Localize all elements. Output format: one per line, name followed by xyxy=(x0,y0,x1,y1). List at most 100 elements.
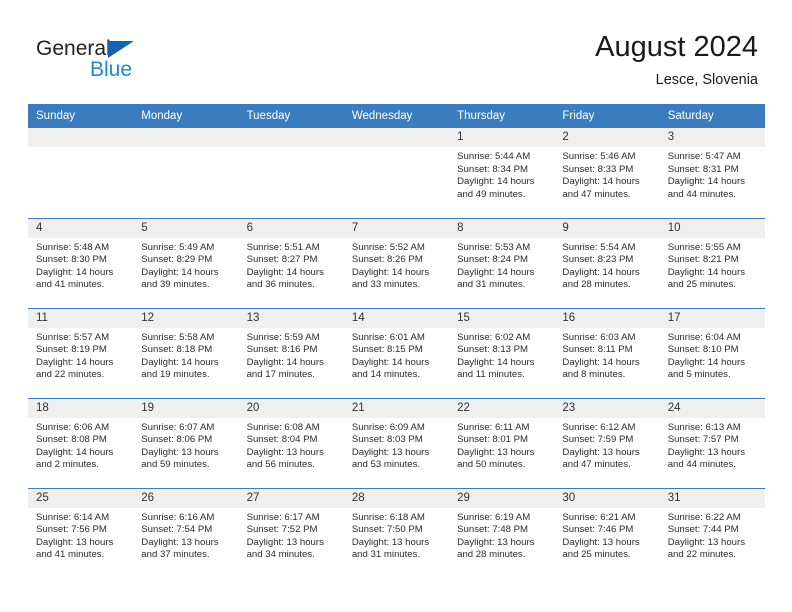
calendar-day-cell[interactable]: 9 Sunrise: 5:54 AM Sunset: 8:23 PM Daylight… xyxy=(554,217,660,308)
daylight-text-line1: Daylight: 13 hours xyxy=(457,446,535,458)
sunset-text: Sunset: 8:26 PM xyxy=(351,254,423,266)
sunset-text: Sunset: 8:24 PM xyxy=(457,254,529,266)
day-details: Sunrise: 6:12 AM Sunset: 7:59 PM Daylight:… xyxy=(554,418,659,472)
calendar-day-cell[interactable]: 8 Sunrise: 5:53 AM Sunset: 8:24 PM Daylight… xyxy=(449,217,555,308)
day-number: 9 xyxy=(554,218,660,238)
sunset-text: Sunset: 8:31 PM xyxy=(667,163,739,175)
calendar-day-cell[interactable]: 7 Sunrise: 5:52 AM Sunset: 8:26 PM Daylight… xyxy=(343,217,450,308)
sunrise-text: Sunrise: 5:57 AM xyxy=(36,331,110,343)
calendar-day-cell[interactable]: 11 Sunrise: 5:57 AM Sunset: 8:19 PM Dayligh… xyxy=(28,307,134,398)
daylight-text-line2: and 14 minutes. xyxy=(351,369,421,381)
sunset-text: Sunset: 8:16 PM xyxy=(246,344,318,356)
calendar-day-cell[interactable]: 18 Sunrise: 6:06 AM Sunset: 8:08 PM Dayligh… xyxy=(28,397,134,488)
daylight-text-line2: and 41 minutes. xyxy=(36,549,105,561)
sunset-text: Sunset: 7:59 PM xyxy=(562,434,634,446)
day-number: 7 xyxy=(343,218,450,238)
day-number xyxy=(238,128,344,147)
day-details: Sunrise: 6:22 AM Sunset: 7:44 PM Daylight:… xyxy=(660,508,765,562)
sunset-text: Sunset: 8:30 PM xyxy=(36,254,107,266)
calendar-day-cell[interactable]: 31 Sunrise: 6:22 AM Sunset: 7:44 PM Dayligh… xyxy=(659,487,765,578)
daylight-text-line1: Daylight: 14 hours xyxy=(562,176,640,188)
daylight-text-line1: Daylight: 14 hours xyxy=(141,356,219,368)
sunset-text: Sunset: 7:56 PM xyxy=(36,524,107,536)
sunset-text: Sunset: 8:15 PM xyxy=(351,344,423,356)
day-number: 10 xyxy=(659,218,765,238)
day-number: 31 xyxy=(659,488,765,508)
calendar-day-cell[interactable]: 15 Sunrise: 6:02 AM Sunset: 8:13 PM Dayligh… xyxy=(449,307,555,398)
calendar-week-row: 1 Sunrise: 5:44 AM Sunset: 8:34 PM Daylight… xyxy=(28,128,765,218)
brand-logo[interactable]: General Blue xyxy=(36,38,236,94)
day-number: 12 xyxy=(133,308,239,328)
calendar-day-cell[interactable]: 25 Sunrise: 6:14 AM Sunset: 7:56 PM Dayligh… xyxy=(28,487,134,578)
sunrise-text: Sunrise: 6:14 AM xyxy=(36,511,110,523)
daylight-text-line1: Daylight: 14 hours xyxy=(36,266,114,278)
day-number: 1 xyxy=(449,128,555,147)
day-details: Sunrise: 5:51 AM Sunset: 8:27 PM Daylight:… xyxy=(239,238,344,292)
calendar-day-cell[interactable]: 23 Sunrise: 6:12 AM Sunset: 7:59 PM Dayligh… xyxy=(554,397,660,488)
daylight-text-line1: Daylight: 14 hours xyxy=(351,356,430,368)
calendar-day-cell[interactable]: 27 Sunrise: 6:17 AM Sunset: 7:52 PM Dayligh… xyxy=(238,487,344,578)
weekday-header-wednesday: Wednesday xyxy=(343,104,450,128)
daylight-text-line2: and 34 minutes. xyxy=(246,549,315,561)
daylight-text-line2: and 19 minutes. xyxy=(141,369,210,381)
daylight-text-line2: and 25 minutes. xyxy=(562,549,631,561)
calendar-cell-empty xyxy=(28,128,134,218)
daylight-text-line2: and 37 minutes. xyxy=(141,549,210,561)
daylight-text-line2: and 39 minutes. xyxy=(141,279,210,291)
calendar-day-cell[interactable]: 13 Sunrise: 5:59 AM Sunset: 8:16 PM Dayligh… xyxy=(238,307,344,398)
daylight-text-line1: Daylight: 14 hours xyxy=(141,266,219,278)
calendar-day-cell[interactable]: 29 Sunrise: 6:19 AM Sunset: 7:48 PM Dayligh… xyxy=(449,487,555,578)
day-number: 6 xyxy=(238,218,344,238)
calendar-day-cell[interactable]: 12 Sunrise: 5:58 AM Sunset: 8:18 PM Dayligh… xyxy=(133,307,239,398)
day-number: 15 xyxy=(449,308,555,328)
daylight-text-line1: Daylight: 13 hours xyxy=(141,446,219,458)
calendar-day-cell[interactable]: 6 Sunrise: 5:51 AM Sunset: 8:27 PM Daylight… xyxy=(238,217,344,308)
sunset-text: Sunset: 8:11 PM xyxy=(562,344,633,356)
day-number: 29 xyxy=(449,488,555,508)
daylight-text-line2: and 31 minutes. xyxy=(457,279,526,291)
daylight-text-line1: Daylight: 14 hours xyxy=(667,356,746,368)
daylight-text-line2: and 50 minutes. xyxy=(457,459,526,471)
calendar-day-cell[interactable]: 20 Sunrise: 6:08 AM Sunset: 8:04 PM Dayligh… xyxy=(238,397,344,488)
calendar-day-cell[interactable]: 14 Sunrise: 6:01 AM Sunset: 8:15 PM Dayligh… xyxy=(343,307,450,398)
calendar-day-cell[interactable]: 21 Sunrise: 6:09 AM Sunset: 8:03 PM Dayligh… xyxy=(343,397,450,488)
calendar-day-cell[interactable]: 1 Sunrise: 5:44 AM Sunset: 8:34 PM Daylight… xyxy=(449,128,555,218)
daylight-text-line1: Daylight: 13 hours xyxy=(246,446,324,458)
sunset-text: Sunset: 8:04 PM xyxy=(246,434,318,446)
day-details: Sunrise: 5:52 AM Sunset: 8:26 PM Daylight:… xyxy=(344,238,449,292)
sunset-text: Sunset: 7:46 PM xyxy=(562,524,634,536)
daylight-text-line1: Daylight: 14 hours xyxy=(457,176,535,188)
calendar-day-cell[interactable]: 2 Sunrise: 5:46 AM Sunset: 8:33 PM Daylight… xyxy=(554,128,660,218)
daylight-text-line2: and 28 minutes. xyxy=(562,279,631,291)
calendar-day-cell[interactable]: 22 Sunrise: 6:11 AM Sunset: 8:01 PM Dayligh… xyxy=(449,397,555,488)
weekday-header-monday: Monday xyxy=(133,104,239,128)
sunset-text: Sunset: 8:13 PM xyxy=(457,344,529,356)
calendar-header-row: Sunday Monday Tuesday Wednesday Thursday… xyxy=(28,104,765,128)
daylight-text-line2: and 59 minutes. xyxy=(141,459,210,471)
sunrise-text: Sunrise: 6:03 AM xyxy=(562,331,636,343)
day-number: 5 xyxy=(133,218,239,238)
calendar-day-cell[interactable]: 26 Sunrise: 6:16 AM Sunset: 7:54 PM Dayligh… xyxy=(133,487,239,578)
day-number: 20 xyxy=(238,398,344,418)
sunrise-text: Sunrise: 6:07 AM xyxy=(141,421,215,433)
calendar-day-cell[interactable]: 5 Sunrise: 5:49 AM Sunset: 8:29 PM Daylight… xyxy=(133,217,239,308)
daylight-text-line2: and 25 minutes. xyxy=(667,279,736,291)
calendar-day-cell[interactable]: 24 Sunrise: 6:13 AM Sunset: 7:57 PM Dayligh… xyxy=(659,397,765,488)
daylight-text-line2: and 47 minutes. xyxy=(562,188,631,200)
day-details: Sunrise: 5:48 AM Sunset: 8:30 PM Daylight:… xyxy=(28,238,133,292)
sunrise-text: Sunrise: 6:09 AM xyxy=(351,421,425,433)
daylight-text-line2: and 22 minutes. xyxy=(36,369,105,381)
calendar-day-cell[interactable]: 28 Sunrise: 6:18 AM Sunset: 7:50 PM Dayligh… xyxy=(343,487,450,578)
sunrise-text: Sunrise: 5:44 AM xyxy=(457,151,531,162)
calendar-day-cell[interactable]: 3 Sunrise: 5:47 AM Sunset: 8:31 PM Daylight… xyxy=(659,128,765,218)
calendar-day-cell[interactable]: 16 Sunrise: 6:03 AM Sunset: 8:11 PM Dayligh… xyxy=(554,307,660,398)
day-details: Sunrise: 5:46 AM Sunset: 8:33 PM Daylight:… xyxy=(554,147,659,201)
calendar-day-cell[interactable]: 30 Sunrise: 6:21 AM Sunset: 7:46 PM Dayligh… xyxy=(554,487,660,578)
calendar-day-cell[interactable]: 4 Sunrise: 5:48 AM Sunset: 8:30 PM Daylight… xyxy=(28,217,134,308)
page-header: General Blue August 2024 Lesce, Slovenia xyxy=(0,0,792,104)
day-details: Sunrise: 5:47 AM Sunset: 8:31 PM Daylight:… xyxy=(660,147,765,201)
day-number: 27 xyxy=(238,488,344,508)
calendar-day-cell[interactable]: 19 Sunrise: 6:07 AM Sunset: 8:06 PM Dayligh… xyxy=(133,397,239,488)
calendar-day-cell[interactable]: 10 Sunrise: 5:55 AM Sunset: 8:21 PM Dayligh… xyxy=(659,217,765,308)
calendar-day-cell[interactable]: 17 Sunrise: 6:04 AM Sunset: 8:10 PM Dayligh… xyxy=(659,307,765,398)
